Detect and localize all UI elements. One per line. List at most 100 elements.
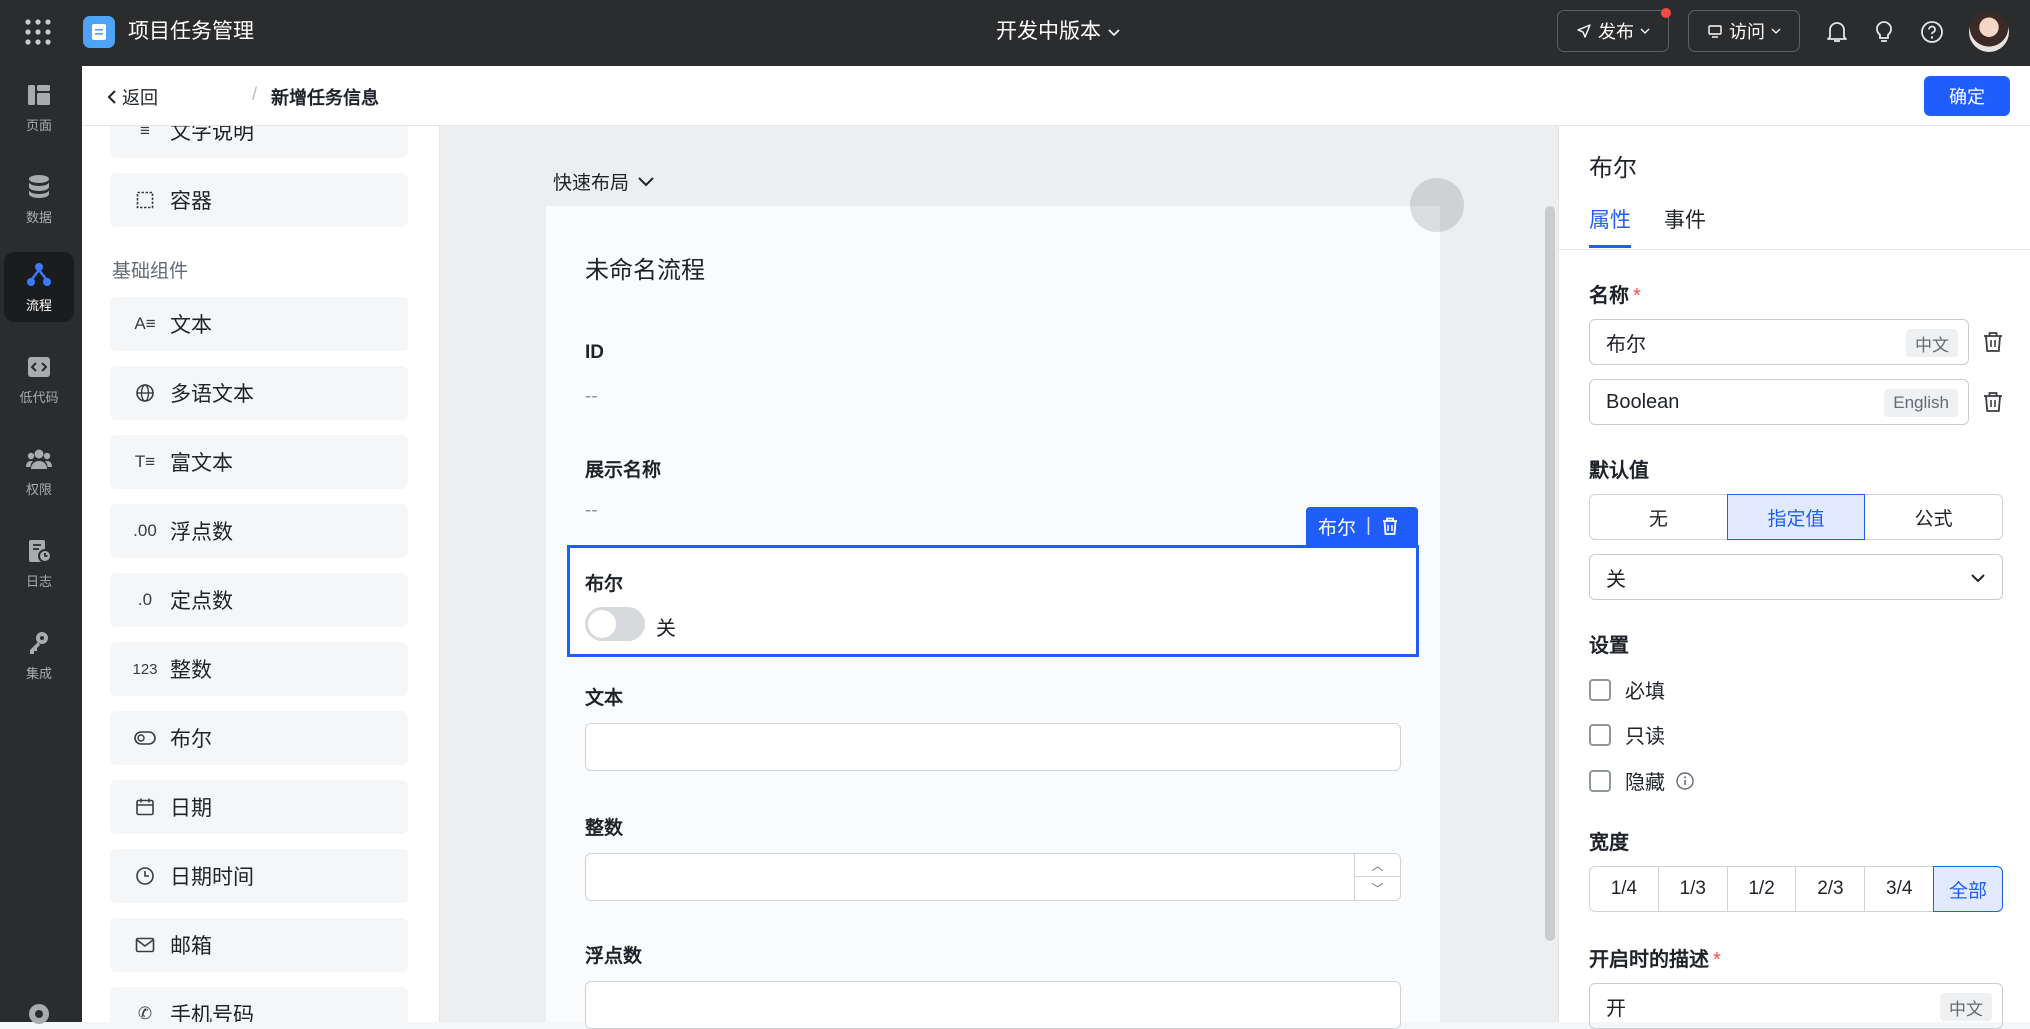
integer-input[interactable]: ︿ ﹀: [585, 853, 1401, 901]
width-option-two-thirds[interactable]: 2/3: [1795, 866, 1866, 912]
text-input[interactable]: [585, 723, 1401, 771]
pages-icon: [28, 84, 50, 105]
bell-icon[interactable]: [1823, 18, 1851, 46]
rail-item-pages[interactable]: 页面: [4, 72, 74, 142]
breadcrumb-separator: /: [252, 84, 258, 104]
visit-label: 访问: [1729, 22, 1765, 42]
confirm-button[interactable]: 确定: [1924, 76, 2010, 116]
component-label: 日期: [170, 797, 212, 820]
rail-item-flow[interactable]: 流程: [4, 252, 74, 322]
width-option-quarter[interactable]: 1/4: [1589, 866, 1659, 912]
visit-button[interactable]: 访问: [1688, 10, 1800, 52]
rail-item-integration[interactable]: 集成: [4, 620, 74, 690]
rail-label: 低代码: [19, 389, 59, 405]
stepper-up-icon[interactable]: ︿: [1355, 854, 1400, 877]
chevron-left-icon: [107, 90, 116, 104]
section-label-basic-components: 基础组件: [112, 261, 189, 282]
field-value-id: --: [585, 386, 598, 407]
delete-zh-trash-icon[interactable]: [1980, 329, 2006, 355]
component-item-phone[interactable]: ✆ 手机号码: [110, 987, 408, 1022]
tab-attributes[interactable]: 属性: [1589, 204, 1631, 234]
app-grid-icon[interactable]: [24, 18, 52, 46]
publish-button[interactable]: 发布: [1557, 8, 1671, 52]
default-value-select[interactable]: 关: [1589, 554, 2003, 600]
version-selector[interactable]: 开发中版本: [996, 18, 1121, 46]
boolean-toggle[interactable]: [585, 607, 645, 641]
component-item-float[interactable]: .00 浮点数: [110, 504, 408, 558]
component-item-boolean[interactable]: 布尔: [110, 711, 408, 765]
on-description-value: 开: [1606, 997, 1626, 1020]
user-avatar[interactable]: [1969, 12, 2009, 52]
field-label-display-name: 展示名称: [585, 460, 662, 481]
rail-item-lowcode[interactable]: 低代码: [4, 344, 74, 414]
selected-boolean-field[interactable]: [567, 545, 1419, 657]
on-description-label-text: 开启时的描述: [1589, 949, 1709, 971]
help-icon[interactable]: [1918, 18, 1946, 46]
rail-label: 页面: [25, 117, 52, 133]
component-item-text-description[interactable]: ≡ 文字说明: [110, 126, 408, 158]
component-item-fixed-point[interactable]: .0 定点数: [110, 573, 408, 627]
component-item-text[interactable]: A≡ 文本: [110, 297, 408, 351]
code-icon: [28, 356, 50, 377]
rail-label: 集成: [25, 665, 52, 681]
rail-item-permissions[interactable]: 权限: [4, 436, 74, 506]
component-item-email[interactable]: 邮箱: [110, 918, 408, 972]
canvas-scrollbar[interactable]: [1545, 206, 1555, 941]
back-label: 返回: [122, 88, 158, 108]
phone-icon: ✆: [137, 1004, 153, 1022]
database-icon: [29, 174, 49, 198]
component-label: 邮箱: [170, 935, 212, 958]
name-zh-input[interactable]: 布尔 中文: [1589, 319, 1969, 365]
trash-icon[interactable]: [1381, 516, 1399, 536]
chevron-down-icon: [1640, 28, 1650, 34]
quick-layout-dropdown[interactable]: 快速布局: [553, 168, 655, 195]
log-icon: [29, 539, 52, 563]
component-item-rich-text[interactable]: T≡ 富文本: [110, 435, 408, 489]
default-option-specified[interactable]: 指定值: [1726, 494, 1866, 540]
back-button[interactable]: 返回: [106, 84, 158, 110]
quick-layout-label: 快速布局: [553, 173, 630, 194]
on-description-input[interactable]: 开 中文: [1589, 983, 2003, 1029]
component-item-multilang-text[interactable]: 多语文本: [110, 366, 408, 420]
toggle-icon: [132, 725, 158, 751]
top-bar: 项目任务管理 开发中版本 发布 访问: [0, 0, 2030, 66]
fixed-point-icon: .0: [137, 590, 153, 609]
info-icon[interactable]: [1675, 771, 1695, 791]
field-value-display-name: --: [585, 500, 598, 521]
component-label: 富文本: [170, 452, 233, 475]
stepper-down-icon[interactable]: ﹀: [1355, 877, 1400, 900]
width-option-half[interactable]: 1/2: [1726, 866, 1797, 912]
default-option-formula[interactable]: 公式: [1864, 494, 2004, 540]
mail-icon: [132, 932, 158, 958]
component-item-datetime[interactable]: 日期时间: [110, 849, 408, 903]
readonly-checkbox[interactable]: 只读: [1589, 720, 1665, 749]
chevron-down-icon: [1108, 29, 1120, 37]
readonly-checkbox-label: 只读: [1625, 726, 1665, 748]
globe-icon: [132, 380, 158, 406]
rail-item-logs[interactable]: 日志: [4, 528, 74, 598]
integer-stepper[interactable]: ︿ ﹀: [1354, 854, 1400, 900]
delete-en-trash-icon[interactable]: [1980, 389, 2006, 415]
component-label: 容器: [170, 190, 212, 213]
name-en-input[interactable]: Boolean English: [1589, 379, 1969, 425]
required-checkbox[interactable]: 必填: [1589, 675, 1665, 704]
name-zh-value: 布尔: [1606, 333, 1646, 356]
app-logo: [83, 16, 115, 48]
rail-item-data[interactable]: 数据: [4, 164, 74, 234]
toggle-knob: [588, 610, 616, 638]
component-item-container[interactable]: 容器: [110, 173, 408, 227]
width-option-full[interactable]: 全部: [1933, 866, 2003, 912]
lightbulb-icon[interactable]: [1870, 18, 1898, 46]
required-mark: *: [1713, 949, 1721, 971]
settings-gear-icon[interactable]: [25, 1000, 53, 1028]
hidden-checkbox[interactable]: 隐藏: [1589, 766, 1695, 795]
width-option-three-quarters[interactable]: 3/4: [1864, 866, 1935, 912]
tab-events[interactable]: 事件: [1664, 204, 1706, 234]
default-option-none[interactable]: 无: [1589, 494, 1728, 540]
hidden-checkbox-label: 隐藏: [1625, 772, 1665, 794]
width-option-third[interactable]: 1/3: [1657, 866, 1728, 912]
component-item-date[interactable]: 日期: [110, 780, 408, 834]
component-item-integer[interactable]: 123 整数: [110, 642, 408, 696]
required-checkbox-label: 必填: [1625, 681, 1665, 703]
clock-icon: [132, 863, 158, 889]
